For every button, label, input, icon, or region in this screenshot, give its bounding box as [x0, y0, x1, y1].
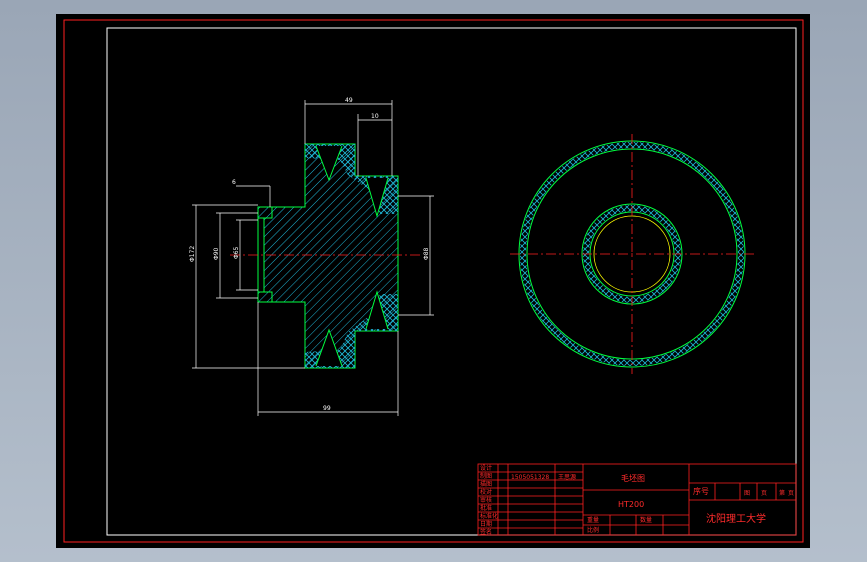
- small-label-2: 页: [761, 490, 767, 497]
- dim-left-step: 6: [232, 179, 236, 186]
- small-label-3: 第: [779, 489, 785, 497]
- dim-dia-mid: Φ90: [213, 247, 220, 260]
- dim-dia-outer: Φ172: [189, 246, 196, 262]
- row-label-6: 批准: [480, 504, 492, 512]
- dim-dia-right: Φ88: [423, 247, 430, 260]
- row-label-4: 校对: [480, 488, 492, 496]
- school-name: 沈阳理工大学: [706, 512, 766, 525]
- row-label-7: 标准化: [480, 512, 498, 520]
- cad-drawing: 49 10 6 Φ172 Φ90 Φ65 Φ88 99 设计 制图 描图 校对 …: [56, 14, 810, 548]
- small-label-1: 图: [744, 490, 750, 497]
- row-label-9: 签名: [480, 528, 492, 536]
- dim-top-width: 49: [345, 97, 353, 104]
- row-label-5: 审核: [480, 496, 492, 504]
- student-name: 王思源: [558, 473, 576, 481]
- student-id: 1505051328: [511, 474, 549, 481]
- sheet-background: [56, 14, 810, 548]
- part-name: 毛坯图: [621, 473, 645, 483]
- dim-bottom-length: 99: [323, 405, 331, 412]
- dim-top-groove: 10: [371, 113, 379, 120]
- small-label-4: 页: [788, 490, 794, 497]
- row-label-8: 日期: [480, 520, 492, 528]
- seq-label: 序号: [693, 486, 709, 496]
- row-label-3: 描图: [480, 480, 492, 488]
- scale-label-qty: 数量: [640, 516, 652, 524]
- material: HT200: [618, 500, 644, 509]
- scale-label-weight: 重量: [587, 516, 599, 524]
- scale-label-ratio: 比例: [587, 526, 599, 534]
- dim-dia-bore: Φ65: [233, 246, 240, 259]
- cad-viewport[interactable]: 49 10 6 Φ172 Φ90 Φ65 Φ88 99 设计 制图 描图 校对 …: [0, 0, 867, 562]
- row-label-1: 设计: [480, 464, 492, 472]
- row-label-2: 制图: [480, 472, 492, 480]
